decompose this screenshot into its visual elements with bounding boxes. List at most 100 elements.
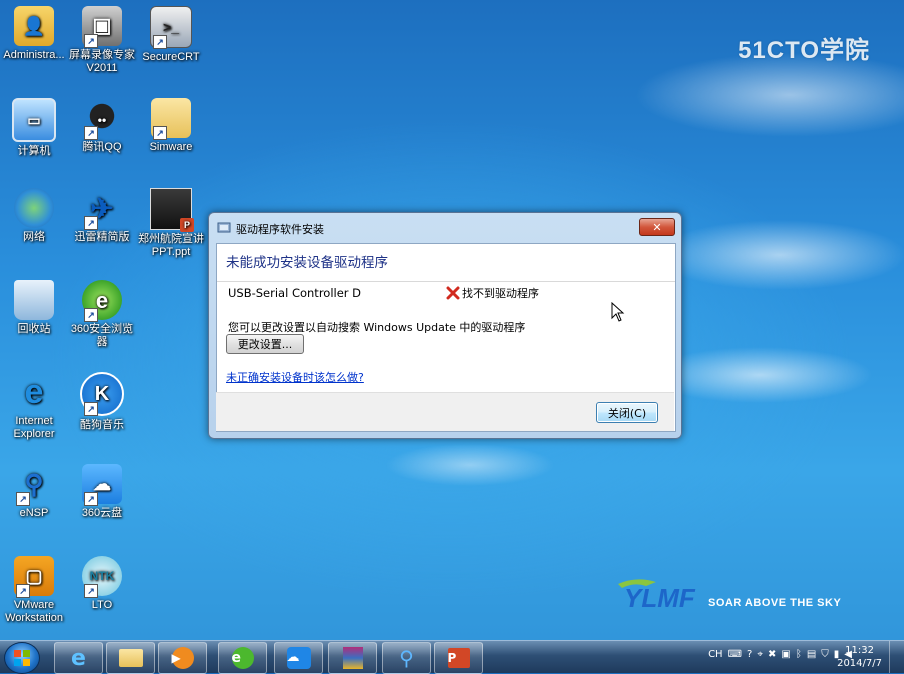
device-icon[interactable]: ▤ [807, 649, 816, 660]
browser-360-icon: e [231, 647, 254, 669]
bluetooth-icon[interactable]: ᛒ [796, 649, 802, 660]
internet-explorer-icon: e [71, 645, 86, 671]
shield-icon[interactable]: ⛉ [821, 649, 829, 660]
device-driver-icon [217, 222, 231, 233]
desktop-icon-lto[interactable]: NTK ↗ LTO [68, 556, 136, 612]
security-icon[interactable]: ✖ [768, 649, 776, 660]
brand-tagline: SOAR ABOVE THE SKY [708, 597, 842, 609]
desktop-icon-kugou[interactable]: K ↗ 酷狗音乐 [68, 372, 136, 432]
folder-user-icon: 👤 [14, 6, 54, 46]
windows-logo-icon [14, 650, 30, 666]
desktop-icon-360-cloud[interactable]: ☁ ↗ 360云盘 [68, 464, 136, 520]
desktop-icon-label: 迅雷精简版 [74, 231, 130, 243]
ensp-icon: ⚲ [399, 646, 414, 670]
desktop-icon-label: 360安全浏览器 [70, 323, 134, 348]
media-player-icon: ▶ [171, 647, 194, 669]
taskbar-winrar[interactable] [328, 642, 377, 674]
close-button[interactable]: 关闭(C) [596, 402, 658, 423]
desktop-icon-label: 网络 [23, 231, 45, 243]
ppt-file-icon: P [150, 188, 194, 232]
dialog-heading: 未能成功安装设备驱动程序 [226, 255, 388, 271]
recycle-bin-icon [14, 280, 54, 320]
desktop-icon-label: Administra... [3, 49, 65, 61]
desktop-icon-ppt-file[interactable]: P 郑州航院宣讲 PPT.ppt [137, 188, 205, 259]
taskbar-explorer[interactable] [106, 642, 155, 674]
taskbar-internet-explorer[interactable]: e [54, 642, 103, 674]
desktop-icon-thunder[interactable]: ✈ ↗ 迅雷精简版 [68, 188, 136, 244]
desktop-icon-360-browser[interactable]: e ↗ 360安全浏览器 [68, 280, 136, 349]
desktop-icon-internet-explorer[interactable]: e Internet Explorer [0, 372, 68, 441]
driver-install-dialog: 驱动程序软件安装 ✕ 未能成功安装设备驱动程序 USB-Serial Contr… [208, 212, 682, 439]
dialog-footer: 关闭(C) [216, 392, 674, 431]
folder-icon: ↗ [151, 98, 191, 140]
desktop-icon-qq[interactable]: •• ↗ 腾讯QQ [68, 98, 136, 154]
keyboard-icon[interactable]: ⌨ [728, 649, 742, 660]
device-name: USB-Serial Controller D [228, 286, 362, 300]
help-link[interactable]: 未正确安装设备时该怎么做? [226, 369, 364, 385]
ensp-icon: ⚲ ↗ [14, 464, 54, 506]
internet-explorer-icon: e [24, 372, 44, 411]
show-desktop-button[interactable] [889, 641, 904, 673]
desktop-icon-label: VMware Workstation [5, 599, 63, 624]
desktop-icon-securecrt[interactable]: >_ ↗ SecureCRT [137, 6, 205, 64]
taskbar-360-cloud[interactable]: ☁ [274, 642, 323, 674]
taskbar-media-player[interactable]: ▶ [158, 642, 207, 674]
desktop-icon-screen-recorder[interactable]: ▣ ↗ 屏幕录像专家 V2011 [68, 6, 136, 75]
driver-status: 找不到驱动程序 [446, 285, 539, 301]
pin-icon[interactable]: ⌖ [757, 649, 763, 660]
desktop-icon-label: 酷狗音乐 [80, 419, 124, 431]
titlebar-close-button[interactable]: ✕ [639, 218, 675, 236]
desktop-icon-administrator[interactable]: 👤 Administra... [0, 6, 68, 62]
dialog-title: 驱动程序软件安装 [236, 223, 324, 236]
desktop-icon-simware[interactable]: ↗ Simware [137, 98, 205, 154]
desktop-icon-label: 屏幕录像专家 V2011 [69, 49, 135, 74]
change-settings-button[interactable]: 更改设置... [226, 334, 304, 354]
taskbar-ensp[interactable]: ⚲ [382, 642, 431, 674]
taskbar-360-browser[interactable]: e [218, 642, 267, 674]
desktop-icon-label: eNSP [19, 507, 49, 519]
start-button[interactable] [4, 642, 40, 674]
svg-text:YLMF: YLMF [624, 583, 696, 613]
help-icon[interactable]: ? [747, 649, 752, 660]
close-icon: ✕ [652, 220, 662, 234]
desktop-icon-label: SecureCRT [142, 51, 200, 63]
clock-date: 2014/7/7 [837, 658, 882, 669]
video-camera-icon: ▣ ↗ [82, 6, 122, 48]
cloud-drive-icon: ☁ [286, 647, 311, 669]
clock[interactable]: 11:32 2014/7/7 [837, 644, 882, 670]
desktop-icon-label: 回收站 [17, 323, 51, 335]
powerpoint-icon: P [447, 648, 470, 668]
desktop-icon-computer[interactable]: ▭ 计算机 [0, 98, 68, 158]
lto-icon: NTK ↗ [82, 556, 122, 598]
divider [217, 281, 675, 282]
desktop-icon-label: 郑州航院宣讲 PPT.ppt [138, 233, 204, 258]
desktop-icon-label: 360云盘 [81, 507, 123, 519]
folder-icon [118, 649, 143, 667]
driver-status-text: 找不到驱动程序 [462, 287, 539, 300]
taskbar-powerpoint[interactable]: P [434, 642, 483, 674]
winrar-icon [342, 647, 363, 669]
desktop-icon-label: Simware [149, 141, 193, 153]
error-x-icon [446, 286, 460, 300]
network-globe-icon [14, 188, 54, 228]
browser-360-icon: e ↗ [82, 280, 122, 322]
system-tray: CH ⌨ ? ⌖ ✖ ▣ ᛒ ▤ ⛉ ▮ ◀ [708, 649, 852, 660]
desktop-icon-recycle-bin[interactable]: 回收站 [0, 280, 68, 336]
desktop-icon-label: LTO [91, 599, 113, 611]
desktop-icon-label: Internet Explorer [13, 415, 55, 440]
dialog-titlebar[interactable]: 驱动程序软件安装 ✕ [209, 213, 681, 241]
cloud-drive-icon: ☁ ↗ [82, 464, 122, 506]
desktop-icon-network[interactable]: 网络 [0, 188, 68, 244]
desktop-icon-vmware[interactable]: ▢ ↗ VMware Workstation [0, 556, 68, 625]
kugou-music-icon: K ↗ [80, 372, 124, 416]
computer-icon: ▭ [12, 98, 56, 142]
app-tray-icon[interactable]: ▣ [781, 649, 790, 660]
language-indicator[interactable]: CH [708, 649, 723, 660]
mouse-cursor-icon [611, 302, 625, 322]
terminal-icon: >_ ↗ [150, 6, 192, 49]
windows-update-hint: 您可以更改设置以自动搜索 Windows Update 中的驱动程序 [228, 321, 526, 334]
taskbar: e ▶ e ☁ ⚲ P CH ⌨ ? ⌖ ✖ ▣ ᛒ ▤ ⛉ ▮ ◀ 11:32… [0, 640, 904, 674]
desktop-icon-ensp[interactable]: ⚲ ↗ eNSP [0, 464, 68, 520]
desktop-icon-label: 计算机 [17, 145, 51, 157]
wallpaper-watermark: 51CTO学院 [738, 37, 870, 64]
